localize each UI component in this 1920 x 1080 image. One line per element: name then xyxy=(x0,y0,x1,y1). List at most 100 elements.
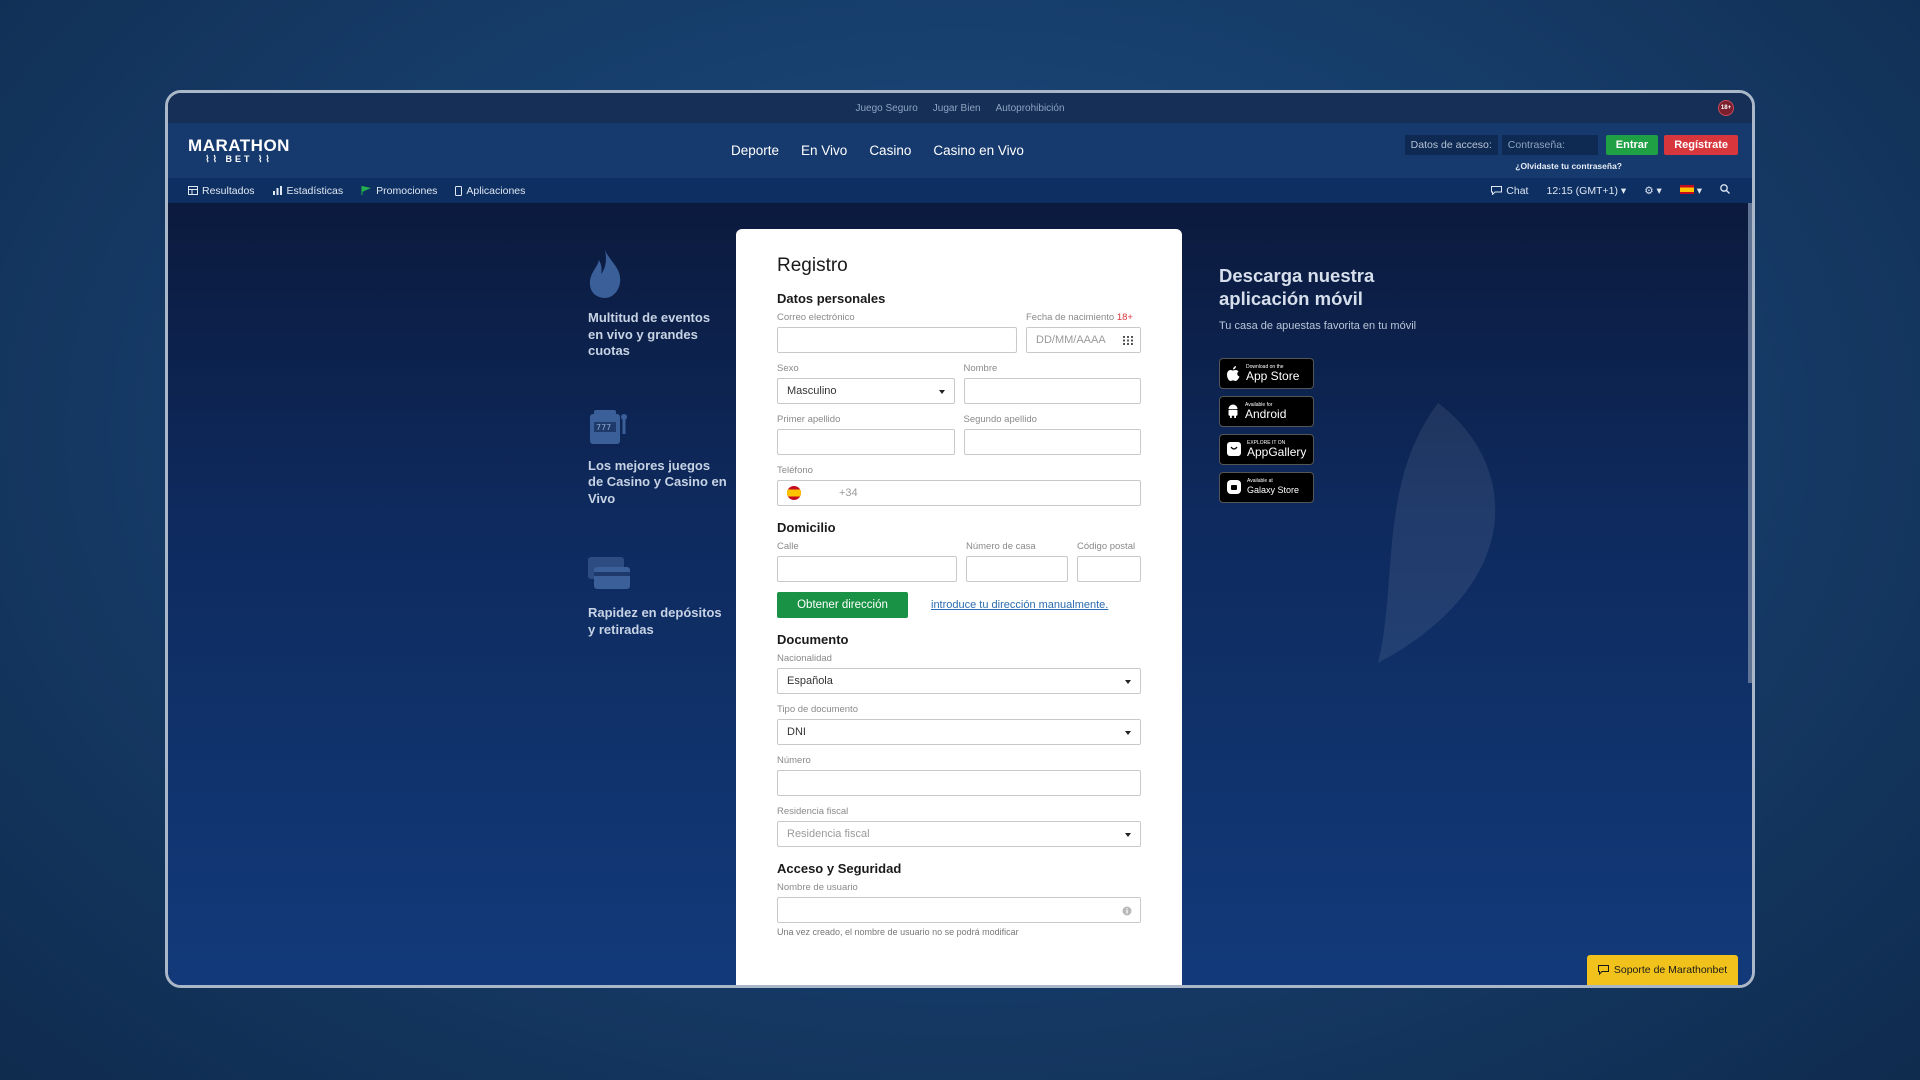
appgallery-button[interactable]: EXPLORE IT ON AppGallery xyxy=(1219,433,1314,465)
promos-link[interactable]: Promociones xyxy=(361,185,437,197)
main-nav: Deporte En Vivo Casino Casino en Vivo xyxy=(731,123,1024,178)
phone-label: Teléfono xyxy=(777,465,813,476)
credit-cards-icon xyxy=(588,557,630,589)
flame-icon xyxy=(589,250,621,298)
section-document: Documento xyxy=(777,632,849,647)
slot-machine-icon: 777 xyxy=(590,409,627,444)
nav-en-vivo[interactable]: En Vivo xyxy=(801,143,847,158)
surname2-label: Segundo apellido xyxy=(963,414,1037,425)
surname2-field[interactable] xyxy=(963,429,1141,455)
nav-deporte[interactable]: Deporte xyxy=(731,143,779,158)
link-jugar-bien[interactable]: Jugar Bien xyxy=(933,103,981,114)
galaxy-store-icon xyxy=(1227,480,1241,494)
subnav-right: Chat 12:15 (GMT+1) ▾ ⚙ ▾ ▾ xyxy=(1491,184,1730,197)
chat-icon xyxy=(1597,965,1609,975)
chevron-down-icon xyxy=(1125,731,1131,735)
main-header: MARATHON ⌇⌇ BET ⌇⌇ Deporte En Vivo Casin… xyxy=(168,123,1752,178)
email-field[interactable] xyxy=(777,327,1017,353)
logo-text: MARATHON xyxy=(188,136,290,155)
doc-number-field[interactable] xyxy=(777,770,1141,796)
huawei-appgallery-icon xyxy=(1227,442,1241,456)
doctype-select[interactable]: DNI xyxy=(777,719,1141,745)
android-button[interactable]: Available for Android xyxy=(1219,395,1314,427)
register-button[interactable]: Regístrate xyxy=(1664,135,1738,155)
chat-icon xyxy=(1491,186,1503,195)
manual-address-link[interactable]: introduce tu dirección manualmente. xyxy=(931,599,1108,611)
get-address-button[interactable]: Obtener dirección xyxy=(777,592,908,618)
feature-text: Los mejores juegos de Casino y Casino en… xyxy=(588,457,727,506)
name-field[interactable] xyxy=(963,378,1141,404)
stats-link[interactable]: Estadísticas xyxy=(272,185,343,197)
settings-gear-icon[interactable]: ⚙ ▾ xyxy=(1644,185,1662,197)
link-juego-seguro[interactable]: Juego Seguro xyxy=(855,103,917,114)
street-field[interactable] xyxy=(777,556,957,582)
login-button[interactable]: Entrar xyxy=(1605,135,1659,155)
password-input[interactable]: Contraseña: xyxy=(1501,135,1598,155)
table-icon xyxy=(188,186,198,195)
time-display[interactable]: 12:15 (GMT+1) ▾ xyxy=(1546,185,1626,197)
app-promo-title: Descarga nuestra aplicación móvil xyxy=(1219,265,1375,309)
spain-flag-icon[interactable] xyxy=(787,486,801,500)
dob-field[interactable]: DD/MM/AAAA xyxy=(1026,327,1141,353)
feature-casino: 777 Los mejores juegos de Casino y Casin… xyxy=(588,396,728,508)
section-personal: Datos personales xyxy=(777,291,886,306)
calendar-icon[interactable] xyxy=(1123,336,1133,345)
tax-residence-select[interactable]: Residencia fiscal xyxy=(777,821,1141,847)
forgot-password-link[interactable]: ¿Olvidaste tu contraseña? xyxy=(1515,161,1622,171)
language-selector[interactable]: ▾ xyxy=(1679,184,1702,197)
page-content: Multitud de eventos en vivo y grandes cu… xyxy=(168,203,1752,985)
dob-label: Fecha de nacimiento 18+ xyxy=(1026,312,1133,323)
promo-flag-icon xyxy=(361,186,372,195)
search-icon[interactable] xyxy=(1720,184,1730,197)
feature-text: Multitud de eventos en vivo y grandes cu… xyxy=(588,310,711,358)
username-field[interactable] xyxy=(777,897,1141,923)
email-label: Correo electrónico xyxy=(777,312,855,323)
house-number-field[interactable] xyxy=(966,556,1068,582)
info-icon[interactable] xyxy=(1122,906,1132,916)
phone-field[interactable]: +34 xyxy=(777,480,1141,506)
svg-text:777: 777 xyxy=(596,423,611,432)
chevron-down-icon xyxy=(1125,833,1131,837)
phone-prefix: +34 xyxy=(839,487,858,499)
login-label: Datos de acceso: xyxy=(1404,135,1498,155)
sub-nav: Resultados Estadísticas Promociones Apli… xyxy=(168,178,1752,203)
android-icon xyxy=(1228,404,1238,418)
apps-link[interactable]: Aplicaciones xyxy=(455,185,525,197)
phone-icon xyxy=(455,185,463,196)
login-form: Datos de acceso: Contraseña: Entrar Regí… xyxy=(1404,135,1738,155)
sex-label: Sexo xyxy=(777,363,799,374)
age-requirement: 18+ xyxy=(1116,312,1133,323)
results-link[interactable]: Resultados xyxy=(188,185,255,197)
top-links-bar: Juego Seguro Jugar Bien Autoprohibición … xyxy=(168,93,1752,123)
username-note: Una vez creado, el nombre de usuario no … xyxy=(777,927,1019,937)
page-scrollbar[interactable] xyxy=(1748,203,1752,683)
link-autoprohibicion[interactable]: Autoprohibición xyxy=(996,103,1065,114)
app-store-button[interactable]: Download on the App Store xyxy=(1219,357,1314,389)
nationality-label: Nacionalidad xyxy=(777,653,832,664)
features-list: Multitud de eventos en vivo y grandes cu… xyxy=(588,248,728,674)
doc-number-label: Número xyxy=(777,755,811,766)
nav-casino-en-vivo[interactable]: Casino en Vivo xyxy=(933,143,1024,158)
chat-link[interactable]: Chat xyxy=(1491,185,1528,197)
nav-casino[interactable]: Casino xyxy=(869,143,911,158)
doctype-label: Tipo de documento xyxy=(777,704,858,715)
app-promo-subtitle: Tu casa de apuestas favorita en tu móvil xyxy=(1219,320,1417,332)
section-address: Domicilio xyxy=(777,520,836,535)
nationality-select[interactable]: Española xyxy=(777,668,1141,694)
surname1-field[interactable] xyxy=(777,429,955,455)
feature-text: Rapidez en depósitos y retiradas xyxy=(588,605,722,637)
sex-select[interactable]: Masculino xyxy=(777,378,955,404)
feature-live-events: Multitud de eventos en vivo y grandes cu… xyxy=(588,248,728,360)
tax-residence-label: Residencia fiscal xyxy=(777,806,849,817)
name-label: Nombre xyxy=(963,363,998,374)
marathonbet-logo[interactable]: MARATHON ⌇⌇ BET ⌇⌇ xyxy=(184,136,294,165)
support-button[interactable]: Soporte de Marathonbet xyxy=(1587,955,1738,985)
house-number-label: Número de casa xyxy=(966,541,1036,552)
zip-field[interactable] xyxy=(1077,556,1141,582)
zip-label: Código postal xyxy=(1077,541,1136,552)
street-label: Calle xyxy=(777,541,799,552)
surname1-label: Primer apellido xyxy=(777,414,841,425)
galaxy-store-button[interactable]: Available at Galaxy Store xyxy=(1219,471,1314,503)
browser-frame: Juego Seguro Jugar Bien Autoprohibición … xyxy=(165,90,1755,988)
registration-form: Registro Datos personales Correo electró… xyxy=(736,229,1182,985)
